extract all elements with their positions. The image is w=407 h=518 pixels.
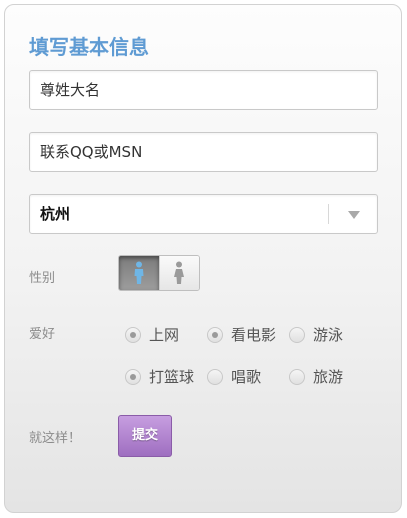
radio-checked-icon[interactable] bbox=[125, 326, 141, 343]
city-select[interactable]: 杭州 bbox=[29, 194, 378, 234]
city-select-value: 杭州 bbox=[40, 205, 71, 223]
hobby-option[interactable]: 打篮球 bbox=[125, 366, 194, 387]
form-card: 填写基本信息 尊姓大名 联系QQ或MSN 杭州 性别 爱好 上网 看电影 游泳 … bbox=[4, 4, 402, 513]
hobby-option-label: 旅游 bbox=[313, 368, 344, 386]
gender-male-button[interactable] bbox=[119, 256, 159, 290]
contact-field[interactable]: 联系QQ或MSN bbox=[29, 132, 378, 172]
hobby-option-label: 唱歌 bbox=[231, 368, 262, 386]
form-title: 填写基本信息 bbox=[29, 35, 149, 59]
female-icon bbox=[174, 261, 185, 284]
gender-toggle[interactable] bbox=[118, 255, 200, 291]
radio-checked-icon[interactable] bbox=[125, 368, 141, 385]
radio-unchecked-icon[interactable] bbox=[289, 326, 305, 343]
hobby-option[interactable]: 游泳 bbox=[289, 324, 343, 345]
hobby-option-label: 看电影 bbox=[231, 326, 277, 344]
submit-prompt: 就这样！ bbox=[29, 431, 82, 446]
hobby-option-label: 上网 bbox=[149, 326, 180, 344]
hobby-option[interactable]: 旅游 bbox=[289, 366, 343, 387]
submit-button[interactable]: 提交 bbox=[118, 415, 172, 457]
select-divider bbox=[328, 204, 329, 224]
name-field[interactable]: 尊姓大名 bbox=[29, 70, 378, 110]
hobby-option-label: 游泳 bbox=[313, 326, 344, 344]
hobby-option-label: 打篮球 bbox=[149, 368, 195, 386]
radio-unchecked-icon[interactable] bbox=[207, 368, 223, 385]
hobby-option[interactable]: 唱歌 bbox=[207, 366, 261, 387]
radio-checked-icon[interactable] bbox=[207, 326, 223, 343]
gender-label: 性别 bbox=[29, 271, 56, 286]
male-icon bbox=[134, 261, 144, 284]
chevron-down-icon[interactable] bbox=[348, 211, 360, 219]
hobby-label: 爱好 bbox=[29, 327, 56, 342]
hobby-option[interactable]: 上网 bbox=[125, 324, 179, 345]
radio-unchecked-icon[interactable] bbox=[289, 368, 305, 385]
hobby-option[interactable]: 看电影 bbox=[207, 324, 276, 345]
gender-female-button[interactable] bbox=[158, 256, 199, 290]
